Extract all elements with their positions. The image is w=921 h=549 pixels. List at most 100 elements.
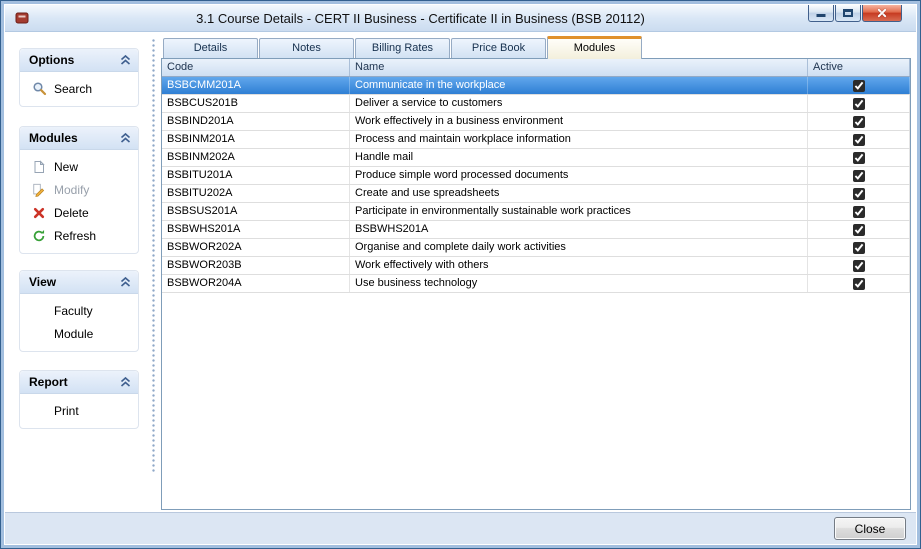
window-controls <box>807 5 902 22</box>
close-window-button[interactable] <box>862 5 902 22</box>
cell-name[interactable]: Create and use spreadsheets <box>350 185 808 202</box>
report-panel-header[interactable]: Report <box>20 371 138 394</box>
cell-name[interactable]: Handle mail <box>350 149 808 166</box>
cell-active[interactable] <box>808 257 910 274</box>
active-checkbox[interactable] <box>853 80 865 92</box>
cell-active[interactable] <box>808 221 910 238</box>
cell-code[interactable]: BSBWOR202A <box>162 239 350 256</box>
collapse-chevron-icon[interactable] <box>119 54 132 66</box>
cell-name[interactable]: Participate in environmentally sustainab… <box>350 203 808 220</box>
sidebar-item-module[interactable]: Module <box>20 322 138 345</box>
tab-modules[interactable]: Modules <box>547 36 642 59</box>
cell-code[interactable]: BSBCUS201B <box>162 95 350 112</box>
cell-name[interactable]: Use business technology <box>350 275 808 292</box>
active-checkbox[interactable] <box>853 242 865 254</box>
table-row[interactable]: BSBITU201AProduce simple word processed … <box>162 167 910 185</box>
cell-code[interactable]: BSBITU202A <box>162 185 350 202</box>
sidebar-item-modify[interactable]: Modify <box>20 178 138 201</box>
cell-name[interactable]: Produce simple word processed documents <box>350 167 808 184</box>
sidebar-item-print[interactable]: Print <box>20 399 138 422</box>
column-header-code[interactable]: Code <box>162 59 350 76</box>
sidebar-item-label: Search <box>54 82 92 96</box>
cell-name[interactable]: BSBWHS201A <box>350 221 808 238</box>
active-checkbox[interactable] <box>853 278 865 290</box>
active-checkbox[interactable] <box>853 134 865 146</box>
sidebar-splitter[interactable] <box>151 38 156 474</box>
table-row[interactable]: BSBINM201AProcess and maintain workplace… <box>162 131 910 149</box>
options-panel-header[interactable]: Options <box>20 49 138 72</box>
table-row[interactable]: BSBWHS201ABSBWHS201A <box>162 221 910 239</box>
cell-name[interactable]: Process and maintain workplace informati… <box>350 131 808 148</box>
tab-price-book[interactable]: Price Book <box>451 38 546 58</box>
report-panel: Report Print <box>19 370 139 429</box>
modules-panel-header[interactable]: Modules <box>20 127 138 150</box>
cell-code[interactable]: BSBITU201A <box>162 167 350 184</box>
cell-code[interactable]: BSBWOR204A <box>162 275 350 292</box>
tab-billing-rates[interactable]: Billing Rates <box>355 38 450 58</box>
collapse-chevron-icon[interactable] <box>119 132 132 144</box>
view-panel: View Faculty Module <box>19 270 139 352</box>
active-checkbox[interactable] <box>853 116 865 128</box>
active-checkbox[interactable] <box>853 98 865 110</box>
tab-details[interactable]: Details <box>163 38 258 58</box>
cell-active[interactable] <box>808 239 910 256</box>
cell-active[interactable] <box>808 275 910 292</box>
collapse-chevron-icon[interactable] <box>119 376 132 388</box>
cell-code[interactable]: BSBWHS201A <box>162 221 350 238</box>
table-row[interactable]: BSBWOR203BWork effectively with others <box>162 257 910 275</box>
cell-name[interactable]: Work effectively in a business environme… <box>350 113 808 130</box>
sidebar-item-new[interactable]: New <box>20 155 138 178</box>
sidebar-item-label: New <box>54 160 78 174</box>
active-checkbox[interactable] <box>853 188 865 200</box>
cell-active[interactable] <box>808 95 910 112</box>
report-panel-title: Report <box>29 375 119 389</box>
sidebar-item-faculty[interactable]: Faculty <box>20 299 138 322</box>
sidebar-item-search[interactable]: Search <box>20 77 138 100</box>
options-panel-title: Options <box>29 53 119 67</box>
collapse-chevron-icon[interactable] <box>119 276 132 288</box>
cell-active[interactable] <box>808 167 910 184</box>
cell-code[interactable]: BSBINM202A <box>162 149 350 166</box>
cell-active[interactable] <box>808 185 910 202</box>
cell-code[interactable]: BSBWOR203B <box>162 257 350 274</box>
minimize-button[interactable] <box>808 5 834 22</box>
cell-name[interactable]: Work effectively with others <box>350 257 808 274</box>
options-panel: Options Search <box>19 48 139 107</box>
column-header-active[interactable]: Active <box>808 59 910 76</box>
cell-active[interactable] <box>808 77 910 94</box>
table-row[interactable]: BSBIND201AWork effectively in a business… <box>162 113 910 131</box>
cell-active[interactable] <box>808 131 910 148</box>
cell-active[interactable] <box>808 113 910 130</box>
cell-code[interactable]: BSBIND201A <box>162 113 350 130</box>
cell-active[interactable] <box>808 149 910 166</box>
cell-name[interactable]: Organise and complete daily work activit… <box>350 239 808 256</box>
table-row[interactable]: BSBWOR202AOrganise and complete daily wo… <box>162 239 910 257</box>
titlebar[interactable]: 3.1 Course Details - CERT II Business - … <box>5 5 916 32</box>
new-document-icon <box>32 160 48 174</box>
close-button[interactable]: Close <box>834 517 906 540</box>
tab-notes[interactable]: Notes <box>259 38 354 58</box>
table-row[interactable]: BSBWOR204AUse business technology <box>162 275 910 293</box>
cell-code[interactable]: BSBCMM201A <box>162 77 350 94</box>
view-panel-header[interactable]: View <box>20 271 138 294</box>
active-checkbox[interactable] <box>853 152 865 164</box>
maximize-button[interactable] <box>835 5 861 22</box>
cell-active[interactable] <box>808 203 910 220</box>
cell-code[interactable]: BSBINM201A <box>162 131 350 148</box>
table-row[interactable]: BSBINM202AHandle mail <box>162 149 910 167</box>
table-row[interactable]: BSBCMM201ACommunicate in the workplace <box>162 77 910 95</box>
table-row[interactable]: BSBCUS201BDeliver a service to customers <box>162 95 910 113</box>
cell-name[interactable]: Deliver a service to customers <box>350 95 808 112</box>
table-row[interactable]: BSBSUS201AParticipate in environmentally… <box>162 203 910 221</box>
active-checkbox[interactable] <box>853 206 865 218</box>
sidebar-item-delete[interactable]: Delete <box>20 201 138 224</box>
sidebar-item-refresh[interactable]: Refresh <box>20 224 138 247</box>
sidebar-item-label: Modify <box>54 183 89 197</box>
active-checkbox[interactable] <box>853 224 865 236</box>
active-checkbox[interactable] <box>853 260 865 272</box>
active-checkbox[interactable] <box>853 170 865 182</box>
column-header-name[interactable]: Name <box>350 59 808 76</box>
cell-code[interactable]: BSBSUS201A <box>162 203 350 220</box>
table-row[interactable]: BSBITU202ACreate and use spreadsheets <box>162 185 910 203</box>
cell-name[interactable]: Communicate in the workplace <box>350 77 808 94</box>
